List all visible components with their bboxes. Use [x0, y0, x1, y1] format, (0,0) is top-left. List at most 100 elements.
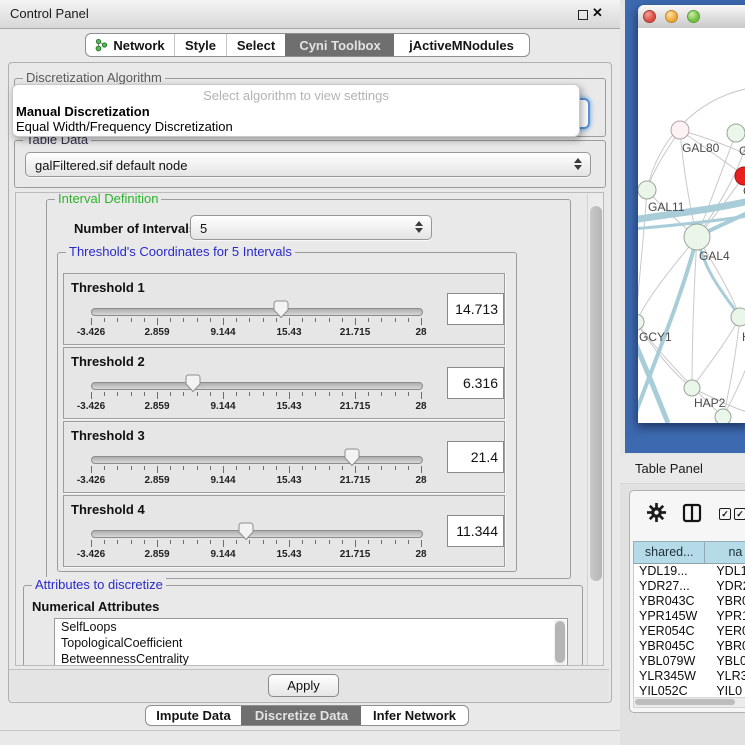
tick-label: 2.859: [144, 327, 169, 338]
attribute-item[interactable]: SelfLoops: [55, 619, 567, 635]
cyni-mode-tab-bar: Impute DataDiscretize DataInfer Network: [145, 705, 469, 726]
table-data-combobox[interactable]: galFiltered.sif default node: [25, 152, 591, 177]
table-row[interactable]: YIL052CYIL0: [634, 684, 745, 697]
tick-label: 28: [415, 401, 426, 412]
column-header-name[interactable]: na: [705, 542, 745, 563]
close-traffic-light-icon[interactable]: [643, 10, 656, 23]
network-node[interactable]: [715, 409, 731, 423]
threshold-value-field[interactable]: 6.316: [447, 367, 504, 399]
table-cell[interactable]: YDL1: [706, 564, 745, 579]
network-view-focus-frame: GAL80GACGAL11GAL4HGCY1HAP2: [625, 0, 745, 453]
tab-style[interactable]: Style: [174, 34, 226, 56]
tick-label: 15.43: [276, 475, 301, 486]
settings-vertical-scrollbar[interactable]: [587, 193, 604, 665]
attribute-item[interactable]: BetweennessCentrality: [55, 651, 567, 666]
checkbox-icon[interactable]: ✓: [719, 508, 731, 520]
network-node-label: GCY1: [639, 330, 672, 344]
numerical-attributes-list[interactable]: SelfLoopsTopologicalCoefficientBetweenne…: [54, 618, 568, 666]
split-table-icon[interactable]: [682, 503, 702, 523]
attribute-item[interactable]: TopologicalCoefficient: [55, 635, 567, 651]
threshold-value-field[interactable]: 21.4: [447, 441, 504, 473]
table-cell[interactable]: YBR0: [706, 594, 745, 609]
threshold-panel: Threshold 3 -3.4262.8599.14415.4321.7152…: [63, 421, 505, 493]
tab-impute-data[interactable]: Impute Data: [146, 706, 241, 725]
tab-discretize-data[interactable]: Discretize Data: [241, 706, 361, 725]
network-node[interactable]: [727, 124, 745, 142]
algorithm-option-equal-width-frequency[interactable]: Equal Width/Frequency Discretization: [16, 119, 233, 134]
table-row[interactable]: YBR045CYBR0: [634, 639, 745, 654]
table-row[interactable]: YBR043CYBR0: [634, 594, 745, 609]
network-node[interactable]: [684, 224, 710, 250]
checkbox-icon[interactable]: ✓: [734, 508, 745, 520]
thresholds-group-label: Threshold's Coordinates for 5 Intervals: [66, 244, 295, 259]
table-cell[interactable]: YLR3: [706, 669, 745, 684]
table-data-group: Table Data galFiltered.sif default node: [14, 140, 606, 188]
table-cell[interactable]: YDR27...: [634, 579, 706, 594]
tick-label: -3.426: [77, 401, 105, 412]
zoom-traffic-light-icon[interactable]: [687, 10, 700, 23]
algorithm-popup-hint: Select algorithm to view settings: [13, 88, 579, 103]
gear-icon[interactable]: [647, 503, 666, 522]
network-node-label: GA: [739, 144, 745, 158]
table-cell[interactable]: YER0: [706, 624, 745, 639]
thresholds-group: Threshold's Coordinates for 5 Intervals …: [57, 252, 517, 572]
tick-label: 28: [415, 327, 426, 338]
table-row[interactable]: YDR27...YDR2: [634, 579, 745, 594]
network-edge: [647, 130, 680, 190]
table-horizontal-scrollbar[interactable]: [633, 697, 745, 708]
table-row[interactable]: YPR145WYPR1: [634, 609, 745, 624]
network-node[interactable]: [638, 314, 644, 330]
table-cell[interactable]: YPR145W: [634, 609, 706, 624]
table-cell[interactable]: YDR2: [706, 579, 745, 594]
table-row[interactable]: YDL19...YDL1: [634, 564, 745, 579]
float-window-icon[interactable]: [578, 10, 588, 20]
table-cell[interactable]: YIL052C: [634, 684, 706, 697]
tick-label: 2.859: [144, 475, 169, 486]
table-cell[interactable]: YBR0: [706, 639, 745, 654]
number-of-intervals-combobox[interactable]: 5: [190, 215, 432, 240]
tick-label: 2.859: [144, 549, 169, 560]
table-cell[interactable]: YBL079W: [634, 654, 706, 669]
network-node[interactable]: [671, 121, 689, 139]
table-cell[interactable]: YPR1: [706, 609, 745, 624]
table-cell[interactable]: YER054C: [634, 624, 706, 639]
table-row[interactable]: YLR345WYLR3: [634, 669, 745, 684]
tab-network[interactable]: Network: [86, 34, 174, 56]
network-node-label: GAL80: [682, 141, 720, 155]
attributes-list-scrollbar[interactable]: [554, 620, 566, 666]
tick-label: 2.859: [144, 401, 169, 412]
tick-label: 9.144: [210, 549, 235, 560]
apply-button[interactable]: Apply: [268, 674, 339, 697]
table-row[interactable]: YBL079WYBL0: [634, 654, 745, 669]
tick-label: 15.43: [276, 549, 301, 560]
network-node[interactable]: [638, 181, 656, 199]
column-header-shared-name[interactable]: shared...: [634, 542, 705, 563]
number-of-intervals-value: 5: [200, 221, 207, 236]
tab-cyni-toolbox[interactable]: Cyni Toolbox: [285, 34, 394, 56]
minimize-traffic-light-icon[interactable]: [665, 10, 678, 23]
table-cell[interactable]: YBR045C: [634, 639, 706, 654]
tab-infer-network[interactable]: Infer Network: [361, 706, 468, 725]
close-icon[interactable]: ✕: [592, 5, 603, 21]
table-cell[interactable]: YLR345W: [634, 669, 706, 684]
combo-spinner-icon: [415, 221, 423, 233]
table-cell[interactable]: YBL0: [706, 654, 745, 669]
threshold-value-field[interactable]: 11.344: [447, 515, 504, 547]
tab-select[interactable]: Select: [226, 34, 285, 56]
tick-label: -3.426: [77, 475, 105, 486]
threshold-value-field[interactable]: 14.713: [447, 293, 504, 325]
network-node[interactable]: [684, 380, 700, 396]
tab-jactivemnodules[interactable]: jActiveMNodules: [394, 34, 529, 56]
network-node[interactable]: [731, 308, 745, 326]
table-cell[interactable]: YBR043C: [634, 594, 706, 609]
tick-label: 9.144: [210, 401, 235, 412]
table-cell[interactable]: YIL0: [706, 684, 745, 697]
network-canvas[interactable]: GAL80GACGAL11GAL4HGCY1HAP2: [638, 28, 745, 423]
table-cell[interactable]: YDL19...: [634, 564, 706, 579]
algorithm-option-manual-discretization[interactable]: Manual Discretization: [16, 104, 150, 119]
discretization-algorithm-group-label: Discretization Algorithm: [23, 70, 165, 85]
table-header-row: shared... na: [633, 541, 745, 564]
right-region: GAL80GACGAL11GAL4HGCY1HAP2 Table Panel: [620, 0, 745, 745]
table-row[interactable]: YER054CYER0: [634, 624, 745, 639]
network-edge: [638, 338, 668, 423]
